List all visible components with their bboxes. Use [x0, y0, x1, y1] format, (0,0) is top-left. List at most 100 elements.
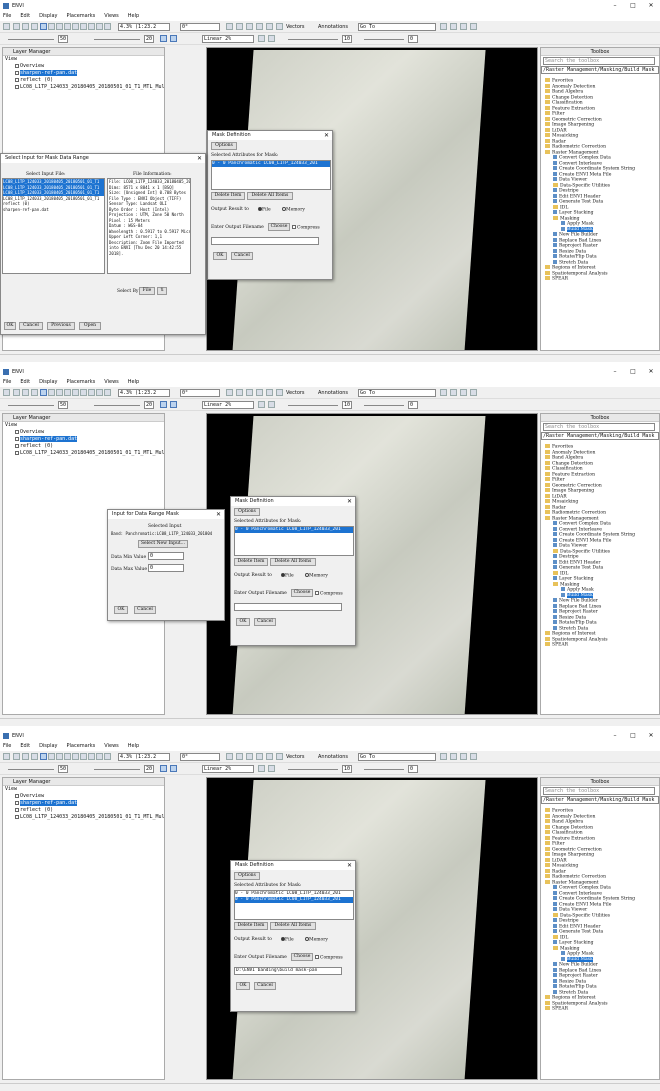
layer-item[interactable]: View — [3, 422, 164, 429]
compress-checkbox[interactable]: Compress — [315, 591, 343, 597]
tool-icon-5[interactable] — [48, 753, 55, 760]
view-icon-4[interactable] — [266, 389, 273, 396]
transparency-value[interactable]: 0 — [408, 765, 418, 773]
data-max-input[interactable]: 0 — [148, 564, 184, 572]
layer-checkbox[interactable] — [15, 450, 19, 455]
menu-placemarks[interactable]: Placemarks — [67, 379, 96, 385]
menu-views[interactable]: Views — [104, 13, 118, 19]
select-by-dropdown[interactable]: File — [139, 287, 155, 295]
memory-radio[interactable]: Memory — [305, 573, 328, 579]
tool-icon-10[interactable] — [88, 23, 95, 30]
nav-icon-3[interactable] — [470, 753, 477, 760]
close-icon[interactable]: ✕ — [216, 510, 221, 519]
nav-icon-1[interactable] — [450, 389, 457, 396]
memory-radio[interactable]: Memory — [282, 207, 305, 213]
stretch-icon-1[interactable] — [170, 401, 177, 408]
contrast-slider[interactable] — [94, 405, 140, 406]
transparency-slider[interactable] — [364, 405, 404, 406]
menu-placemarks[interactable]: Placemarks — [67, 743, 96, 749]
layer-checkbox[interactable] — [15, 429, 19, 434]
layer-item[interactable]: LC08_L1TP_124033_20180405_20180501_01_T1… — [3, 84, 164, 91]
tool-icon-12[interactable] — [104, 23, 111, 30]
output-filename-input[interactable] — [234, 603, 342, 611]
nav-icon-1[interactable] — [450, 753, 457, 760]
sharpen-value[interactable]: 10 — [342, 401, 352, 409]
menu-display[interactable]: Display — [39, 13, 57, 19]
layer-checkbox[interactable] — [15, 793, 19, 798]
file-radio[interactable]: File — [281, 573, 294, 579]
tool-icon-0[interactable] — [3, 23, 10, 30]
input-file-list[interactable]: LC08_L1TP_124033_20180405_20180501_01_T1… — [2, 178, 105, 274]
toolbox-search-input[interactable]: Search the toolbox — [543, 423, 655, 431]
cancel-button[interactable]: Cancel — [134, 606, 156, 614]
tool-icon-11[interactable] — [96, 23, 103, 30]
stretch-tool-0[interactable] — [258, 401, 265, 408]
close-button[interactable]: ✕ — [642, 366, 660, 377]
view-icon-3[interactable] — [256, 753, 263, 760]
tool-icon-11[interactable] — [96, 753, 103, 760]
sharpen-slider[interactable] — [288, 39, 338, 40]
nav-icon-1[interactable] — [450, 23, 457, 30]
maximize-button[interactable]: □ — [624, 366, 642, 377]
transparency-value[interactable]: 0 — [408, 35, 418, 43]
vectors-menu[interactable]: Vectors — [286, 390, 305, 396]
layer-item[interactable]: View — [3, 786, 164, 793]
vectors-menu[interactable]: Vectors — [286, 24, 305, 30]
delete-item-button[interactable]: Delete Item — [234, 922, 268, 930]
menu-views[interactable]: Views — [104, 743, 118, 749]
nav-icon-2[interactable] — [460, 389, 467, 396]
transparency-value[interactable]: 0 — [408, 401, 418, 409]
choose-button[interactable]: Choose — [268, 223, 290, 231]
view-icon-4[interactable] — [266, 23, 273, 30]
tool-icon-6[interactable] — [56, 389, 63, 396]
menu-placemarks[interactable]: Placemarks — [67, 13, 96, 19]
toolbox-path-field[interactable]: /Raster Management/Masking/Build Mask — [541, 432, 659, 440]
annotations-menu[interactable]: Annotations — [318, 754, 348, 760]
tool-icon-12[interactable] — [104, 753, 111, 760]
select-new-input-button[interactable]: Select New Input... — [138, 540, 188, 548]
annotations-menu[interactable]: Annotations — [318, 24, 348, 30]
tool-icon-1[interactable] — [13, 23, 20, 30]
cancel-button[interactable]: Cancel — [19, 322, 43, 330]
tool-icon-0[interactable] — [3, 753, 10, 760]
tool-icon-4[interactable] — [40, 389, 47, 396]
close-icon[interactable]: ✕ — [347, 497, 352, 506]
stretch-icon-1[interactable] — [170, 35, 177, 42]
nav-icon-0[interactable] — [440, 389, 447, 396]
transparency-slider[interactable] — [364, 39, 404, 40]
nav-icon-3[interactable] — [470, 23, 477, 30]
toolbox-item[interactable]: SPEAR — [541, 642, 659, 648]
delete-all-button[interactable]: Delete All Items — [270, 558, 316, 566]
layer-checkbox[interactable] — [15, 800, 19, 805]
nav-icon-2[interactable] — [460, 23, 467, 30]
delete-item-button[interactable]: Delete Item — [234, 558, 268, 566]
options-menu[interactable]: Options — [234, 872, 260, 880]
stretch-field[interactable]: Linear 2% — [202, 765, 254, 773]
tool-icon-10[interactable] — [88, 389, 95, 396]
tool-icon-6[interactable] — [56, 753, 63, 760]
brightness-slider[interactable] — [8, 769, 54, 770]
tool-icon-9[interactable] — [80, 23, 87, 30]
contrast-slider[interactable] — [94, 769, 140, 770]
goto-field[interactable]: Go To — [358, 389, 436, 397]
compress-checkbox[interactable]: Compress — [292, 225, 320, 231]
transparency-slider[interactable] — [364, 769, 404, 770]
stretch-tool-1[interactable] — [268, 35, 275, 42]
layer-item[interactable]: LC08_L1TP_124033_20180405_20180501_01_T1… — [3, 450, 164, 457]
tool-icon-4[interactable] — [40, 753, 47, 760]
tool-icon-7[interactable] — [64, 23, 71, 30]
input-file-item[interactable]: sharpen-ref-pan.dat — [3, 207, 104, 213]
tool-icon-9[interactable] — [80, 753, 87, 760]
view-icon-0[interactable] — [226, 23, 233, 30]
tool-icon-10[interactable] — [88, 753, 95, 760]
menu-views[interactable]: Views — [104, 379, 118, 385]
tool-icon-1[interactable] — [13, 389, 20, 396]
attribute-item[interactable]: 0 - 0 Panchromatic LC08_L1TP_124033_201 — [235, 527, 353, 533]
tool-icon-6[interactable] — [56, 23, 63, 30]
delete-all-button[interactable]: Delete All Items — [247, 192, 293, 200]
cancel-button[interactable]: Cancel — [254, 982, 276, 990]
view-icon-5[interactable] — [276, 753, 283, 760]
tool-icon-8[interactable] — [72, 753, 79, 760]
sharpen-slider[interactable] — [288, 405, 338, 406]
annotations-menu[interactable]: Annotations — [318, 390, 348, 396]
